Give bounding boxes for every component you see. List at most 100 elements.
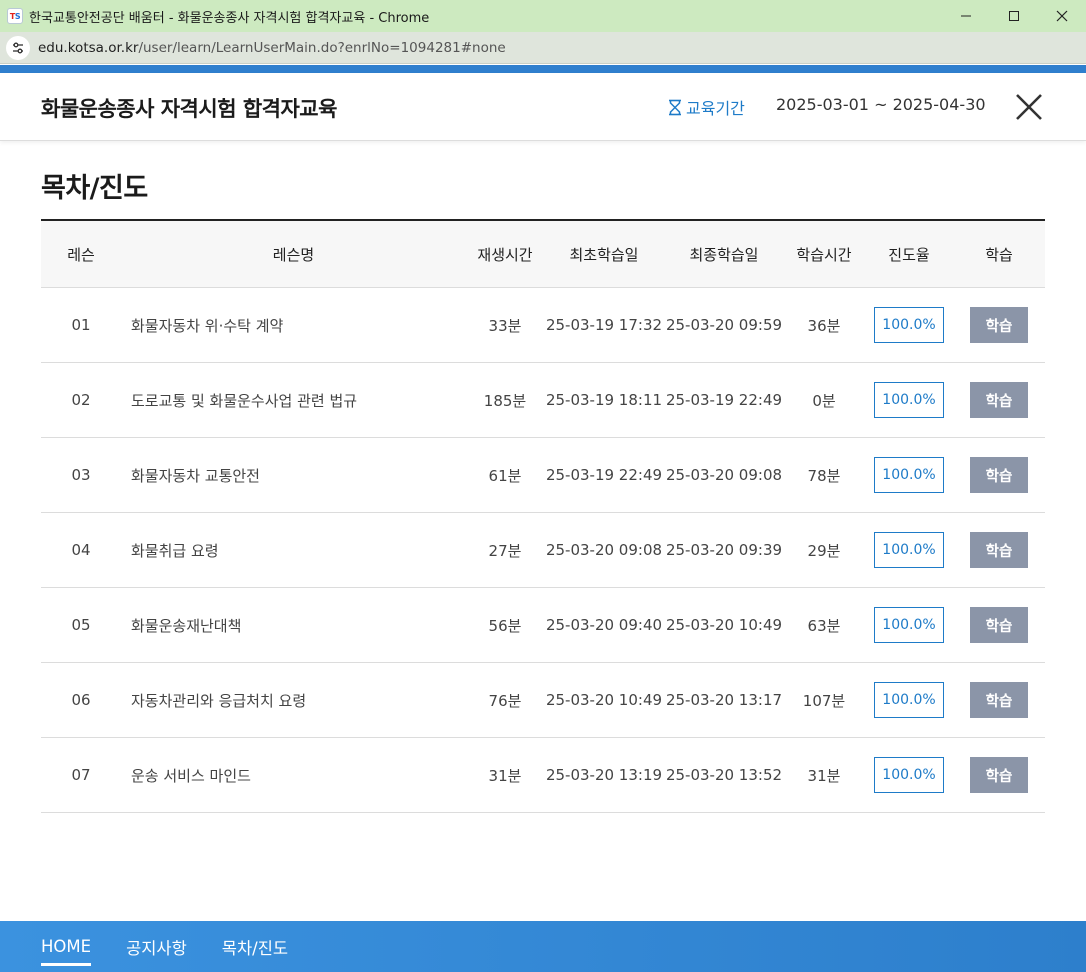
nav-home[interactable]: HOME [41,937,92,966]
study-time: 29분 [807,541,841,560]
progress-rate-badge: 100.0% [874,307,944,343]
progress-cell: 100.0% [864,457,954,493]
study-cell: 학습 [954,307,1044,343]
lesson-number: 02 [71,391,91,409]
url-host: edu.kotsa.or.kr [38,39,139,56]
tune-icon [13,42,23,53]
study-time: 107분 [802,691,846,710]
table-row: 04 화물취급 요령 27분 25-03-20 09:08 25-03-20 09:39… [41,513,1045,588]
period-dates: 2025-03-01 ~ 2025-04-30 [776,95,986,114]
study-cell: 학습 [954,457,1044,493]
progress-cell: 100.0% [864,757,954,793]
play-time: 33분 [488,316,522,335]
header-last-date: 최종학습일 [689,245,759,264]
window-controls [942,0,1086,32]
progress-cell: 100.0% [864,532,954,568]
header-progress: 진도율 [888,245,930,264]
study-time: 36분 [807,316,841,335]
period-label: 교육기간 [686,99,745,118]
address-bar: edu.kotsa.or.kr/user/learn/LearnUserMain… [0,32,1086,64]
play-time: 185분 [483,391,527,410]
page-header: 화물운송종사 자격시험 합격자교육 교육기간 2025-03-01 ~ 2025… [0,73,1086,141]
window-close-button[interactable] [1038,0,1086,32]
first-study-date: 25-03-20 10:49 [545,691,663,709]
accent-strip [0,65,1086,73]
maximize-icon [1009,11,1019,21]
last-study-date: 25-03-20 09:39 [665,541,783,559]
study-cell: 학습 [954,382,1044,418]
play-time: 61분 [488,466,522,485]
hourglass-icon [669,99,681,115]
play-time: 56분 [488,616,522,635]
last-study-date: 25-03-19 22:49 [665,391,783,409]
study-cell: 학습 [954,757,1044,793]
progress-rate-badge: 100.0% [874,682,944,718]
course-title: 화물운송종사 자격시험 합격자교육 [41,97,337,121]
lesson-name: 화물운송재난대책 [131,616,242,635]
study-button[interactable]: 학습 [970,457,1028,493]
table-row: 03 화물자동차 교통안전 61분 25-03-19 22:49 25-03-20 09… [41,438,1045,513]
study-button[interactable]: 학습 [970,307,1028,343]
table-row: 05 화물운송재난대책 56분 25-03-20 09:40 25-03-20 10:4… [41,588,1045,663]
table-header: 레슨 레슨명 재생시간 최초학습일 최종학습일 학습시간 진도율 학습 [41,221,1045,288]
header-lesson: 레슨 [67,245,95,264]
table-row: 06 자동차관리와 응급처치 요령 76분 25-03-20 10:49 25-03-2… [41,663,1045,738]
table-row: 07 운송 서비스 마인드 31분 25-03-20 13:19 25-03-20 13… [41,738,1045,813]
lesson-name: 화물취급 요령 [131,541,219,560]
play-time: 76분 [488,691,522,710]
progress-cell: 100.0% [864,682,954,718]
progress-rate-badge: 100.0% [874,382,944,418]
header-play-time: 재생시간 [477,245,533,264]
nav-notice[interactable]: 공지사항 [126,935,187,959]
lesson-number: 03 [71,466,91,484]
first-study-date: 25-03-20 13:19 [545,766,663,784]
header-study-time: 학습시간 [796,245,852,264]
last-study-date: 25-03-20 13:17 [665,691,783,709]
lesson-number: 01 [71,316,91,334]
study-button[interactable]: 학습 [970,382,1028,418]
first-study-date: 25-03-19 17:32 [545,316,663,334]
first-study-date: 25-03-20 09:08 [545,541,663,559]
site-info-button[interactable] [6,35,30,60]
lesson-number: 04 [71,541,91,559]
bottom-nav: HOME 공지사항 목차/진도 [0,921,1086,972]
study-time: 63분 [807,616,841,635]
last-study-date: 25-03-20 13:52 [665,766,783,784]
progress-cell: 100.0% [864,607,954,643]
last-study-date: 25-03-20 10:49 [665,616,783,634]
lesson-name: 화물자동차 위·수탁 계약 [131,316,284,335]
lesson-name: 화물자동차 교통안전 [131,466,260,485]
header-lesson-name: 레슨명 [272,245,315,264]
study-time: 78분 [807,466,841,485]
progress-cell: 100.0% [864,307,954,343]
first-study-date: 25-03-20 09:40 [545,616,663,634]
maximize-button[interactable] [990,0,1038,32]
study-button[interactable]: 학습 [970,532,1028,568]
last-study-date: 25-03-20 09:59 [665,316,783,334]
browser-titlebar: TS 한국교통안전공단 배움터 - 화물운송종사 자격시험 합격자교육 - Ch… [0,0,1086,32]
play-time: 31분 [488,766,522,785]
minimize-button[interactable] [942,0,990,32]
table-body: 01 화물자동차 위·수탁 계약 33분 25-03-19 17:32 25-03-20… [41,288,1045,813]
study-cell: 학습 [954,682,1044,718]
lesson-table: 레슨 레슨명 재생시간 최초학습일 최종학습일 학습시간 진도율 학습 01 화물… [41,219,1045,813]
table-row: 02 도로교통 및 화물운수사업 관련 법규 185분 25-03-19 18:11 2… [41,363,1045,438]
nav-contents-progress[interactable]: 목차/진도 [222,935,288,959]
study-cell: 학습 [954,607,1044,643]
study-button[interactable]: 학습 [970,607,1028,643]
study-time: 0분 [812,391,836,410]
study-button[interactable]: 학습 [970,757,1028,793]
close-icon [1016,94,1042,120]
url-path: /user/learn/LearnUserMain.do?enrlNo=1094… [138,39,506,56]
table-row: 01 화물자동차 위·수탁 계약 33분 25-03-19 17:32 25-03-20… [41,288,1045,363]
favicon-letter-s: S [14,11,21,21]
progress-rate-badge: 100.0% [874,532,944,568]
progress-rate-badge: 100.0% [874,457,944,493]
site-favicon-icon: TS [7,8,23,24]
close-button[interactable] [1012,90,1046,124]
header-study: 학습 [985,245,1013,264]
url-field[interactable]: edu.kotsa.or.kr/user/learn/LearnUserMain… [38,40,506,56]
study-button[interactable]: 학습 [970,682,1028,718]
first-study-date: 25-03-19 18:11 [545,391,663,409]
window-close-icon [1056,10,1068,22]
